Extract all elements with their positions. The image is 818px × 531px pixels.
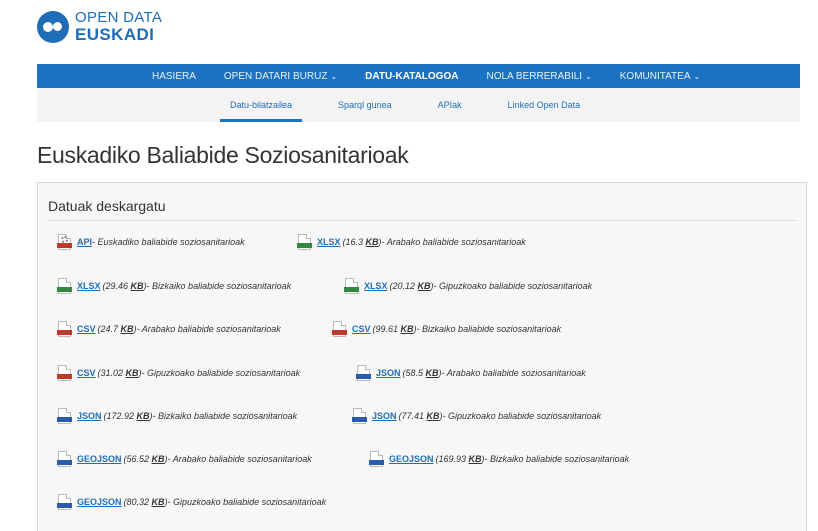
- geojson-file-icon: [57, 451, 72, 467]
- file-size: (77.41 KB): [398, 411, 443, 421]
- download-link[interactable]: JSON: [77, 411, 102, 421]
- download-description: - Bizkaiko baliabide soziosanitarioak: [146, 281, 292, 291]
- download-item: JSON (77.41 KB) - Gipuzkoako baliabide s…: [352, 408, 602, 424]
- download-item: API - Euskadiko baliabide soziosanitario…: [57, 234, 245, 250]
- download-item: XLSX (16.3 KB) - Arabako baliabide sozio…: [297, 234, 526, 250]
- csv-file-icon: [57, 321, 72, 337]
- download-item: GEOJSON (169.93 KB) - Bizkaiko baliabide…: [369, 451, 630, 467]
- xlsx-file-icon: [57, 278, 72, 294]
- download-link[interactable]: CSV: [352, 324, 371, 334]
- sub-nav: Datu-bilatzailea Sparql gunea APIak Link…: [37, 88, 800, 122]
- download-description: - Gipuzkoako baliabide soziosanitarioak: [442, 411, 602, 421]
- download-item: JSON (172.92 KB) - Bizkaiko baliabide so…: [57, 408, 298, 424]
- logo-line2: EUSKADI: [75, 25, 155, 44]
- downloads-panel-title: Datuak deskargatu: [48, 198, 166, 214]
- download-item: CSV (31.02 KB) - Gipuzkoako baliabide so…: [57, 365, 301, 381]
- api-file-icon: [57, 234, 72, 250]
- xlsx-file-icon: [297, 234, 312, 250]
- file-size: (99.61 KB): [372, 324, 417, 334]
- json-file-icon: [57, 408, 72, 424]
- nav-item-nola-berrerabili[interactable]: NOLA BERRERABILI ⌄: [486, 71, 591, 82]
- nav-item-komunitatea[interactable]: KOMUNITATEA ⌄: [620, 71, 700, 82]
- download-link[interactable]: XLSX: [364, 281, 388, 291]
- download-link[interactable]: GEOJSON: [77, 497, 122, 507]
- logo-line1: OPEN DATA: [75, 9, 163, 26]
- nav-item-open-datari-buruz[interactable]: OPEN DATARI BURUZ ⌄: [224, 71, 337, 82]
- download-item: XLSX (29.46 KB) - Bizkaiko baliabide soz…: [57, 278, 292, 294]
- json-file-icon: [356, 365, 371, 381]
- download-description: - Arabako baliabide soziosanitarioak: [136, 324, 281, 334]
- tab-apiak[interactable]: APIak: [438, 88, 462, 122]
- xlsx-file-icon: [344, 278, 359, 294]
- download-link[interactable]: GEOJSON: [77, 454, 122, 464]
- download-description: - Gipuzkoako baliabide soziosanitarioak: [167, 497, 327, 507]
- download-link[interactable]: CSV: [77, 368, 96, 378]
- download-description: - Bizkaiko baliabide soziosanitarioak: [484, 454, 630, 464]
- main-nav: HASIERA OPEN DATARI BURUZ ⌄ DATU-KATALOGO…: [37, 64, 800, 88]
- download-link[interactable]: XLSX: [77, 281, 101, 291]
- file-size: (169.93 KB): [435, 454, 485, 464]
- download-link[interactable]: JSON: [372, 411, 397, 421]
- download-link[interactable]: JSON: [376, 368, 401, 378]
- chevron-down-icon: ⌄: [693, 71, 701, 81]
- download-link[interactable]: API: [77, 237, 92, 247]
- download-description: - Bizkaiko baliabide soziosanitarioak: [152, 411, 298, 421]
- download-description: - Arabako baliabide soziosanitarioak: [441, 368, 586, 378]
- geojson-file-icon: [57, 494, 72, 510]
- file-size: (20.12 KB): [389, 281, 434, 291]
- nav-item-hasiera[interactable]: HASIERA: [152, 71, 196, 82]
- tab-datu-bilatzailea[interactable]: Datu-bilatzailea: [219, 88, 303, 122]
- download-description: - Arabako baliabide soziosanitarioak: [381, 237, 526, 247]
- download-item: CSV (99.61 KB) - Bizkaiko baliabide sozi…: [332, 321, 562, 337]
- tab-sparql-gunea[interactable]: Sparql gunea: [338, 88, 392, 122]
- download-description: - Arabako baliabide soziosanitarioak: [167, 454, 312, 464]
- download-description: - Bizkaiko baliabide soziosanitarioak: [416, 324, 562, 334]
- download-link[interactable]: XLSX: [317, 237, 341, 247]
- download-item: CSV (24.7 KB) - Arabako baliabide sozios…: [57, 321, 281, 337]
- file-size: (58.5 KB): [402, 368, 442, 378]
- file-size: (29.46 KB): [102, 281, 147, 291]
- file-size: (24.7 KB): [97, 324, 137, 334]
- chevron-down-icon: ⌄: [585, 71, 592, 81]
- divider: [48, 220, 796, 221]
- download-description: - Euskadiko baliabide soziosanitarioak: [92, 237, 245, 247]
- download-item: JSON (58.5 KB) - Arabako baliabide sozio…: [356, 365, 586, 381]
- csv-file-icon: [332, 321, 347, 337]
- file-size: (16.3 KB): [342, 237, 382, 247]
- download-description: - Gipuzkoako baliabide soziosanitarioak: [433, 281, 593, 291]
- geojson-file-icon: [369, 451, 384, 467]
- site-logo[interactable]: OPEN DATA EUSKADI: [37, 10, 162, 43]
- page-title: Euskadiko Baliabide Soziosanitarioak: [37, 142, 409, 168]
- file-size: (80.32 KB): [123, 497, 168, 507]
- download-item: GEOJSON (80.32 KB) - Gipuzkoako baliabid…: [57, 494, 327, 510]
- json-file-icon: [352, 408, 367, 424]
- tab-linked-open-data[interactable]: Linked Open Data: [508, 88, 581, 122]
- file-size: (31.02 KB): [97, 368, 142, 378]
- download-link[interactable]: GEOJSON: [389, 454, 434, 464]
- open-data-logo-icon: [37, 10, 69, 43]
- file-size: (172.92 KB): [103, 411, 153, 421]
- csv-file-icon: [57, 365, 72, 381]
- nav-item-datu-katalogoa[interactable]: DATU-KATALOGOA: [365, 71, 458, 82]
- download-item: GEOJSON (56.52 KB) - Arabako baliabide s…: [57, 451, 312, 467]
- download-description: - Gipuzkoako baliabide soziosanitarioak: [141, 368, 301, 378]
- download-link[interactable]: CSV: [77, 324, 96, 334]
- file-size: (56.52 KB): [123, 454, 168, 464]
- chevron-down-icon: ⌄: [330, 71, 338, 81]
- download-item: XLSX (20.12 KB) - Gipuzkoako baliabide s…: [344, 278, 593, 294]
